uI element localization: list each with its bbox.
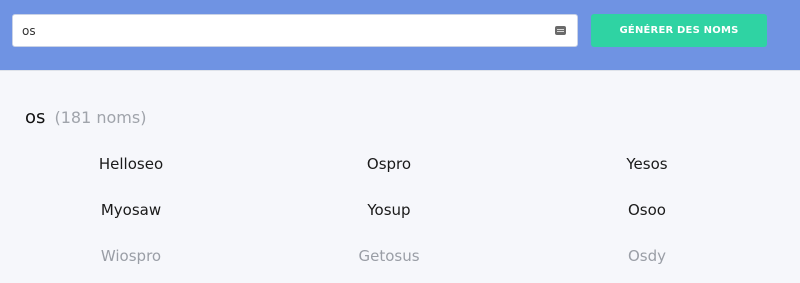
name-item[interactable]: Wiospro	[31, 247, 231, 265]
name-item[interactable]: Osdy	[547, 247, 747, 265]
top-bar: GÉNÉRER DES NOMS	[0, 0, 800, 71]
name-row: Wiospro Getosus Osdy	[0, 237, 800, 283]
name-item[interactable]: Myosaw	[31, 201, 231, 219]
name-item[interactable]: Getosus	[289, 247, 489, 265]
names-grid: Helloseo Ospro Yesos Myosaw Yosup Osoo W…	[0, 145, 800, 283]
name-item[interactable]: Helloseo	[31, 155, 231, 173]
results-heading: os (181 noms)	[25, 106, 146, 130]
name-row: Myosaw Yosup Osoo	[0, 191, 800, 237]
name-item[interactable]: Osoo	[547, 201, 747, 219]
results-count: (181 noms)	[54, 108, 147, 127]
search-input[interactable]	[13, 15, 543, 46]
search-box[interactable]	[12, 14, 578, 47]
query-term: os	[25, 107, 46, 128]
keyboard-icon[interactable]	[555, 26, 566, 35]
name-item[interactable]: Yesos	[547, 155, 747, 173]
name-row: Helloseo Ospro Yesos	[0, 145, 800, 191]
generate-names-button[interactable]: GÉNÉRER DES NOMS	[591, 14, 767, 47]
name-item[interactable]: Yosup	[289, 201, 489, 219]
name-item[interactable]: Ospro	[289, 155, 489, 173]
